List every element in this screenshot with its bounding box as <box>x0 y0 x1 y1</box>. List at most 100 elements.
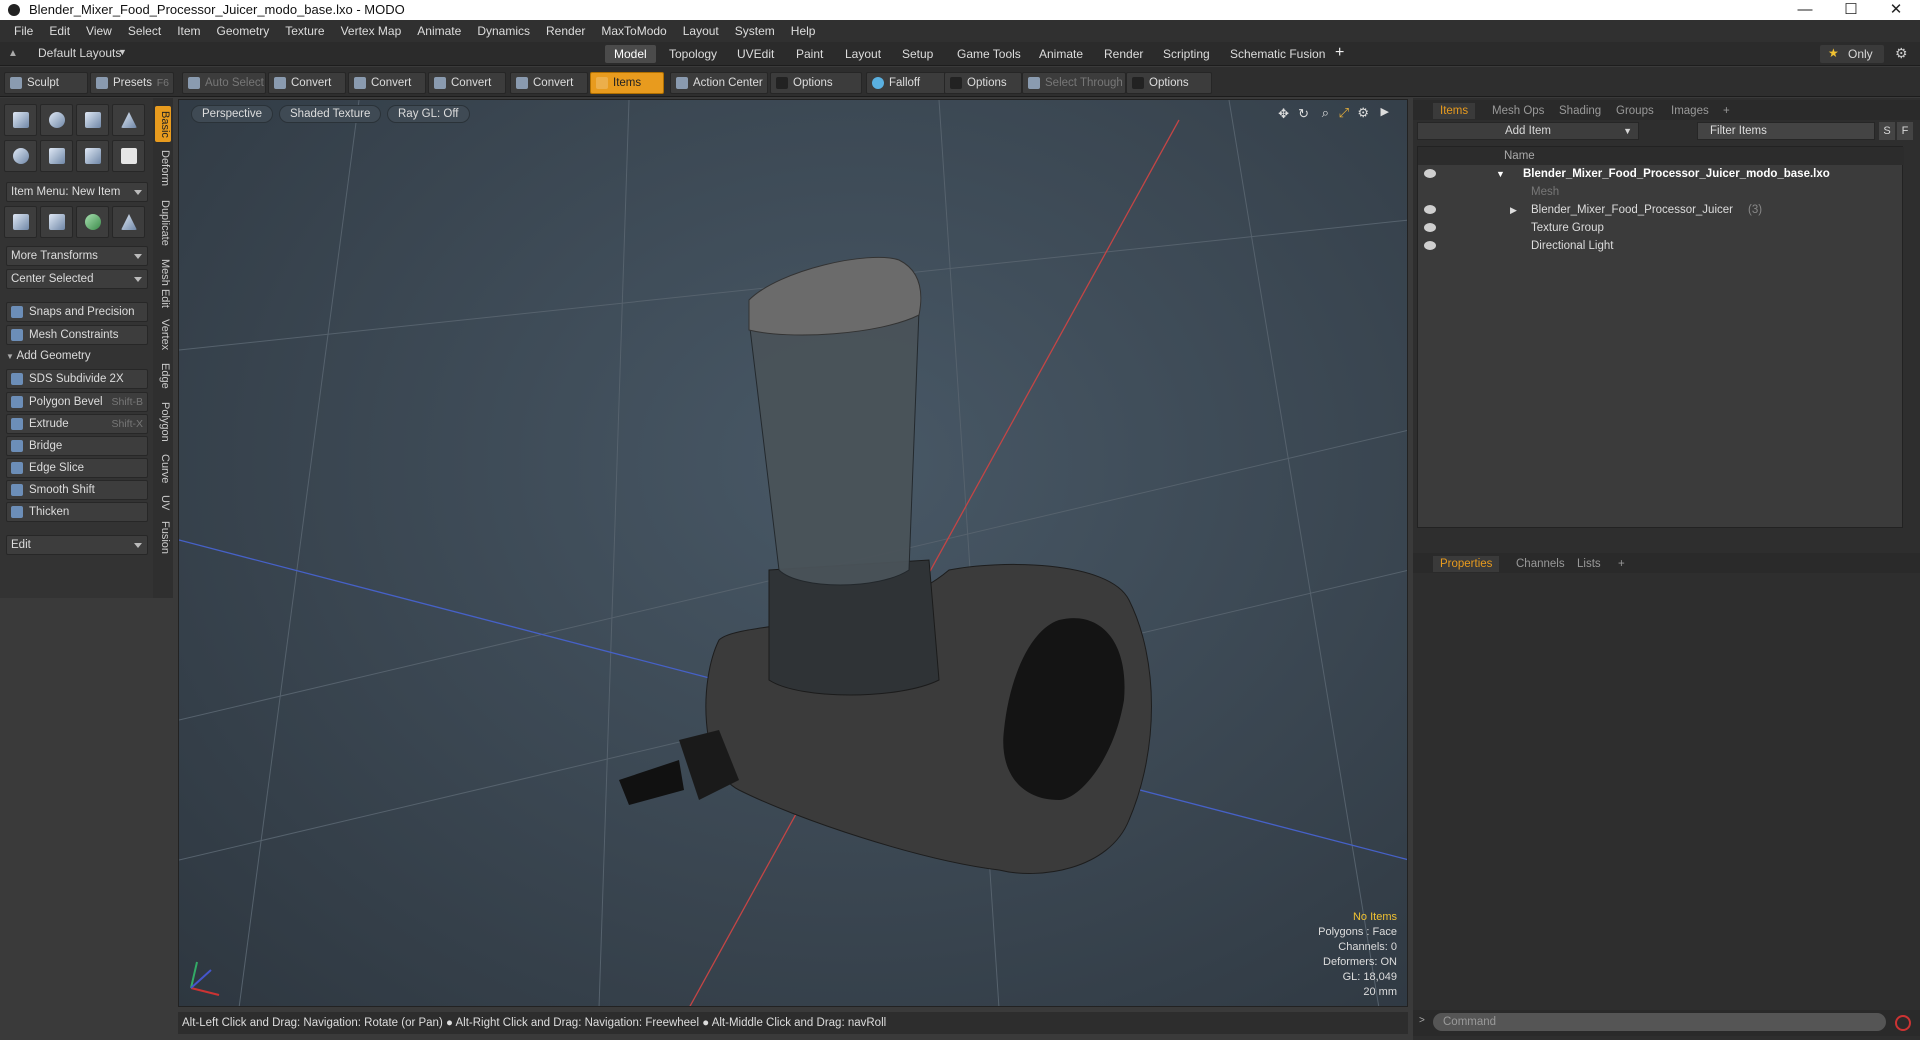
torus-tool-button[interactable] <box>4 140 37 172</box>
f-toggle[interactable]: F <box>1897 122 1913 140</box>
options-button-1[interactable]: Options <box>770 72 862 94</box>
expand-icon[interactable]: ▼ <box>1496 165 1505 183</box>
list-item-directional-light[interactable]: Directional Light <box>1418 237 1904 255</box>
viewport-gear-icon[interactable]: ⚙ <box>1357 105 1369 121</box>
grid-tool-button[interactable] <box>40 206 73 238</box>
list-item-mesh[interactable]: Mesh <box>1418 183 1904 201</box>
pyramid-tool-button[interactable] <box>112 206 145 238</box>
add-tab-button[interactable]: + <box>1335 44 1344 62</box>
extrude-button[interactable]: Extrude Shift-X <box>6 414 148 434</box>
options-button-3[interactable]: Options <box>1126 72 1212 94</box>
list-item-scene[interactable]: ▼ Blender_Mixer_Food_Processor_Juicer_mod… <box>1418 165 1904 183</box>
tab-animate[interactable]: Animate <box>1030 45 1092 63</box>
add-panel-tab[interactable]: + <box>1611 556 1632 572</box>
tab-shading[interactable]: Shading <box>1552 103 1608 119</box>
items-button[interactable]: Items <box>590 72 664 94</box>
convert-button-1[interactable]: Convert <box>268 72 346 94</box>
vtab-curve[interactable]: Curve <box>155 452 171 486</box>
convert-button-3[interactable]: Convert <box>428 72 506 94</box>
auto-select-button[interactable]: Auto Select <box>182 72 266 94</box>
vtab-deform[interactable]: Deform <box>155 146 171 190</box>
command-input[interactable]: Command <box>1433 1013 1886 1031</box>
eye-icon[interactable] <box>1424 241 1436 250</box>
more-transforms-dropdown[interactable]: More Transforms <box>6 246 148 266</box>
record-icon[interactable] <box>1895 1015 1911 1031</box>
viewport-menu-icon[interactable]: ▶ <box>1381 105 1389 118</box>
convert-button-4[interactable]: Convert <box>510 72 588 94</box>
tab-items[interactable]: Items <box>1433 103 1476 119</box>
menu-dynamics[interactable]: Dynamics <box>469 24 538 38</box>
add-item-dropdown[interactable]: Add Item ▼ <box>1417 122 1639 140</box>
close-button[interactable]: ✕ <box>1874 0 1918 20</box>
menu-animate[interactable]: Animate <box>409 24 469 38</box>
transform-tool-button[interactable] <box>4 206 37 238</box>
tab-uvedit[interactable]: UVEdit <box>728 45 783 63</box>
fit-view-icon[interactable]: ⤢ <box>1339 105 1349 121</box>
edge-slice-button[interactable]: Edge Slice <box>6 458 148 478</box>
sphere-tool-button[interactable] <box>40 104 73 136</box>
tab-paint[interactable]: Paint <box>787 45 832 63</box>
tab-game-tools[interactable]: Game Tools <box>948 45 1030 63</box>
vtab-basic[interactable]: Basic <box>155 106 171 142</box>
polygon-bevel-button[interactable]: Polygon Bevel Shift-B <box>6 392 148 412</box>
zoom-view-icon[interactable]: ⌕ <box>1322 105 1329 121</box>
s-toggle[interactable]: S <box>1879 122 1895 140</box>
cylinder-tool-button[interactable] <box>76 104 109 136</box>
default-layouts-dropdown[interactable]: Default Layouts <box>38 46 121 60</box>
menu-edit[interactable]: Edit <box>41 24 78 38</box>
menu-render[interactable]: Render <box>538 24 593 38</box>
pen-tool-button[interactable] <box>76 140 109 172</box>
perspective-button[interactable]: Perspective <box>191 105 274 123</box>
tab-model[interactable]: Model <box>605 45 656 63</box>
list-item-texture-group[interactable]: Texture Group <box>1418 219 1904 237</box>
menu-layout[interactable]: Layout <box>675 24 727 38</box>
add-geometry-header[interactable]: ▼ Add Geometry <box>6 350 91 362</box>
3d-viewport[interactable]: Perspective Shaded Texture Ray GL: Off ✥… <box>178 99 1408 1007</box>
vtab-fusion[interactable]: Fusion <box>155 520 171 556</box>
globe-tool-button[interactable] <box>76 206 109 238</box>
select-through-button[interactable]: Select Through <box>1022 72 1126 94</box>
tab-groups[interactable]: Groups <box>1609 103 1661 119</box>
layout-toggle-icon[interactable]: ▲ <box>8 48 18 59</box>
tab-lists[interactable]: Lists <box>1570 556 1608 572</box>
tab-properties[interactable]: Properties <box>1433 556 1500 572</box>
eye-icon[interactable] <box>1424 205 1436 214</box>
tube-tool-button[interactable] <box>40 140 73 172</box>
menu-select[interactable]: Select <box>120 24 169 38</box>
raygl-button[interactable]: Ray GL: Off <box>387 105 470 123</box>
menu-help[interactable]: Help <box>783 24 824 38</box>
vtab-vertex[interactable]: Vertex <box>155 316 171 354</box>
only-toggle[interactable]: ★ Only <box>1820 45 1884 63</box>
shading-mode-button[interactable]: Shaded Texture <box>279 105 382 123</box>
filter-items-input[interactable]: Filter Items <box>1697 122 1875 140</box>
edit-dropdown[interactable]: Edit <box>6 535 148 555</box>
convert-button-2[interactable]: Convert <box>348 72 426 94</box>
gear-icon[interactable]: ⚙ <box>1895 45 1908 62</box>
rotate-view-icon[interactable]: ↻ <box>1298 106 1309 122</box>
tab-topology[interactable]: Topology <box>660 45 726 63</box>
mesh-constraints-button[interactable]: Mesh Constraints <box>6 325 148 345</box>
vtab-mesh-edit[interactable]: Mesh Edit <box>155 256 171 310</box>
action-center-button[interactable]: Action Center <box>670 72 768 94</box>
tab-render[interactable]: Render <box>1095 45 1152 63</box>
bridge-button[interactable]: Bridge <box>6 436 148 456</box>
tab-layout[interactable]: Layout <box>836 45 890 63</box>
vtab-edge[interactable]: Edge <box>155 360 171 392</box>
sds-subdivide-button[interactable]: SDS Subdivide 2X <box>6 369 148 389</box>
menu-view[interactable]: View <box>78 24 120 38</box>
expand-icon[interactable]: ▶ <box>1510 201 1517 219</box>
tab-channels[interactable]: Channels <box>1509 556 1572 572</box>
eye-icon[interactable] <box>1424 169 1436 178</box>
menu-file[interactable]: File <box>6 24 41 38</box>
add-panel-tab[interactable]: + <box>1716 103 1737 119</box>
vtab-uv[interactable]: UV <box>155 492 171 514</box>
options-button-2[interactable]: Options <box>944 72 1022 94</box>
tab-images[interactable]: Images <box>1664 103 1716 119</box>
thicken-button[interactable]: Thicken <box>6 502 148 522</box>
tab-mesh-ops[interactable]: Mesh Ops <box>1485 103 1551 119</box>
falloff-button[interactable]: Falloff <box>866 72 946 94</box>
menu-texture[interactable]: Texture <box>277 24 332 38</box>
menu-maxtomodo[interactable]: MaxToModo <box>593 24 674 38</box>
menu-geometry[interactable]: Geometry <box>209 24 278 38</box>
text-tool-button[interactable] <box>112 140 145 172</box>
